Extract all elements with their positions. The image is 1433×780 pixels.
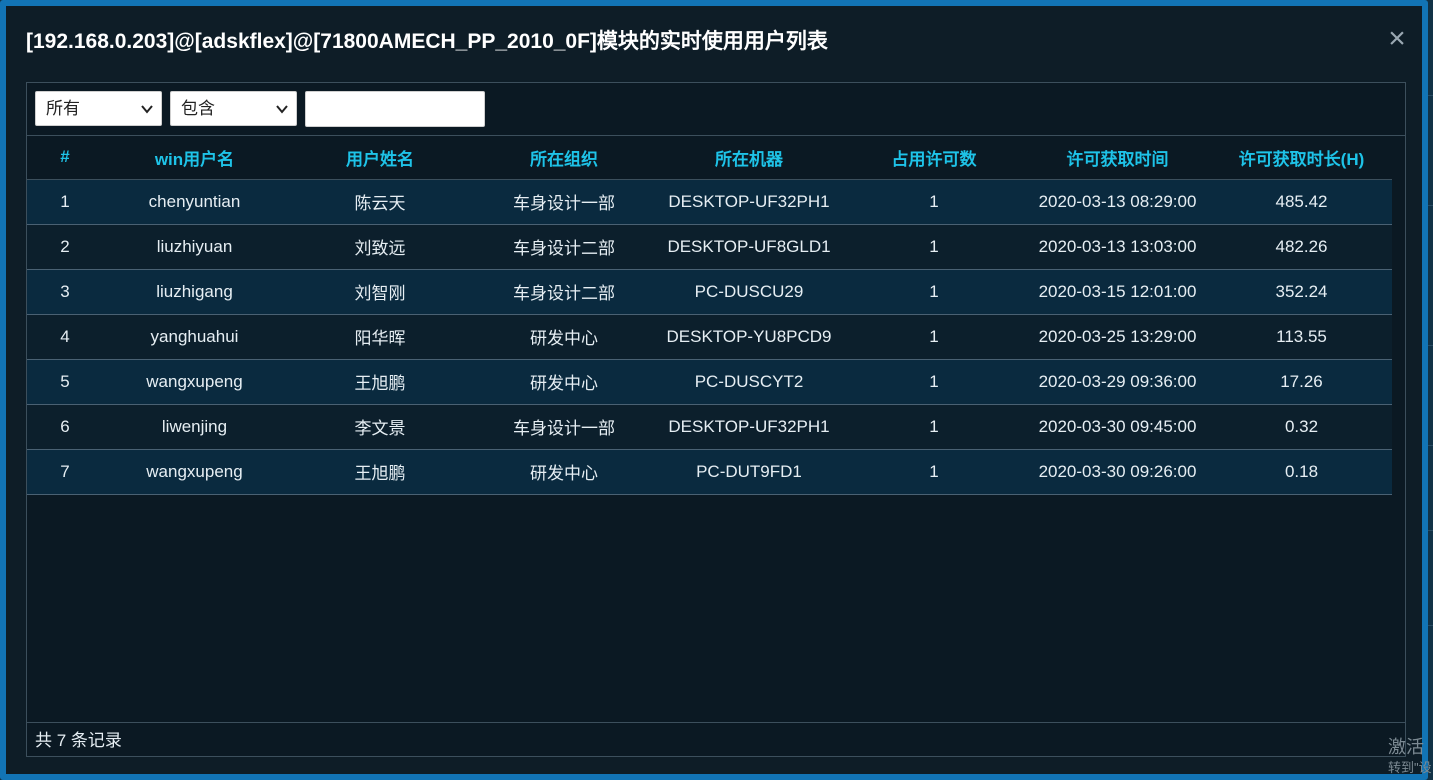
column-header-index[interactable]: #: [27, 136, 103, 180]
cell-win-username: liwenjing: [103, 404, 286, 450]
cell-license-count: 1: [844, 314, 1024, 360]
cell-acquire-time: 2020-03-29 09:36:00: [1024, 359, 1211, 405]
cell-duration: 113.55: [1211, 314, 1392, 360]
table-row[interactable]: 4 yanghuahui 阳华晖 研发中心 DESKTOP-YU8PCD9 1 …: [27, 314, 1392, 360]
chevron-down-icon: [141, 105, 153, 114]
table-row[interactable]: 3 liuzhigang 刘智刚 车身设计二部 PC-DUSCU29 1 202…: [27, 269, 1392, 315]
table-row[interactable]: 6 liwenjing 李文景 车身设计一部 DESKTOP-UF32PH1 1…: [27, 404, 1392, 450]
cell-user-name: 陈云天: [286, 179, 474, 225]
cell-win-username: chenyuntian: [103, 179, 286, 225]
cell-duration: 0.32: [1211, 404, 1392, 450]
cell-organization: 车身设计二部: [474, 224, 654, 270]
scope-select-value: 所有: [46, 99, 80, 118]
column-header-machine[interactable]: 所在机器: [654, 136, 844, 180]
table-row[interactable]: 2 liuzhiyuan 刘致远 车身设计二部 DESKTOP-UF8GLD1 …: [27, 224, 1392, 270]
cell-machine: PC-DUSCU29: [654, 269, 844, 315]
cell-acquire-time: 2020-03-15 12:01:00: [1024, 269, 1211, 315]
column-header-acquire-time[interactable]: 许可获取时间: [1024, 136, 1211, 180]
cell-duration: 352.24: [1211, 269, 1392, 315]
chevron-down-icon: [276, 105, 288, 114]
cell-user-name: 刘智刚: [286, 269, 474, 315]
cell-duration: 17.26: [1211, 359, 1392, 405]
cell-win-username: yanghuahui: [103, 314, 286, 360]
cell-organization: 研发中心: [474, 314, 654, 360]
cell-license-count: 1: [844, 449, 1024, 495]
column-header-organization[interactable]: 所在组织: [474, 136, 654, 180]
users-table: # win用户名 用户姓名 所在组织 所在机器 占用许可数 许可获取时间 许可获…: [27, 136, 1392, 495]
cell-duration: 0.18: [1211, 449, 1392, 495]
users-table-container: # win用户名 用户姓名 所在组织 所在机器 占用许可数 许可获取时间 许可获…: [27, 135, 1405, 721]
cell-license-count: 1: [844, 224, 1024, 270]
table-row[interactable]: 7 wangxupeng 王旭鹏 研发中心 PC-DUT9FD1 1 2020-…: [27, 449, 1392, 495]
cell-win-username: liuzhiyuan: [103, 224, 286, 270]
cell-machine: DESKTOP-UF32PH1: [654, 179, 844, 225]
cell-duration: 482.26: [1211, 224, 1392, 270]
cell-index: 4: [27, 314, 103, 360]
table-row[interactable]: 1 chenyuntian 陈云天 车身设计一部 DESKTOP-UF32PH1…: [27, 179, 1392, 225]
cell-machine: DESKTOP-UF32PH1: [654, 404, 844, 450]
cell-user-name: 王旭鹏: [286, 449, 474, 495]
cell-machine: DESKTOP-YU8PCD9: [654, 314, 844, 360]
cell-organization: 车身设计一部: [474, 404, 654, 450]
column-header-license-count[interactable]: 占用许可数: [844, 136, 1024, 180]
table-row[interactable]: 5 wangxupeng 王旭鹏 研发中心 PC-DUSCYT2 1 2020-…: [27, 359, 1392, 405]
match-select[interactable]: 包含: [170, 91, 297, 126]
cell-acquire-time: 2020-03-30 09:26:00: [1024, 449, 1211, 495]
cell-machine: DESKTOP-UF8GLD1: [654, 224, 844, 270]
cell-duration: 485.42: [1211, 179, 1392, 225]
scope-select[interactable]: 所有: [35, 91, 162, 126]
cell-machine: PC-DUT9FD1: [654, 449, 844, 495]
cell-license-count: 1: [844, 404, 1024, 450]
cell-user-name: 刘致远: [286, 224, 474, 270]
cell-index: 7: [27, 449, 103, 495]
cell-win-username: wangxupeng: [103, 449, 286, 495]
cell-win-username: wangxupeng: [103, 359, 286, 405]
search-input[interactable]: [305, 91, 485, 127]
cell-license-count: 1: [844, 269, 1024, 315]
dialog-title: [192.168.0.203]@[adskflex]@[71800AMECH_P…: [26, 30, 828, 53]
cell-acquire-time: 2020-03-30 09:45:00: [1024, 404, 1211, 450]
cell-user-name: 李文景: [286, 404, 474, 450]
cell-acquire-time: 2020-03-25 13:29:00: [1024, 314, 1211, 360]
column-header-duration[interactable]: 许可获取时长(H): [1211, 136, 1392, 180]
cell-organization: 研发中心: [474, 359, 654, 405]
column-header-user-name[interactable]: 用户姓名: [286, 136, 474, 180]
cell-organization: 研发中心: [474, 449, 654, 495]
match-select-value: 包含: [181, 99, 215, 118]
users-panel: 所有 包含 # win用户名 用户姓名 所在组织 所在机器 占用许可数 许可获取…: [26, 82, 1406, 757]
os-activation-watermark: 激活 转到"设: [1384, 728, 1433, 780]
cell-organization: 车身设计二部: [474, 269, 654, 315]
cell-index: 3: [27, 269, 103, 315]
column-header-win-username[interactable]: win用户名: [103, 136, 286, 180]
watermark-line1: 激活: [1388, 737, 1424, 757]
close-icon[interactable]: ×: [1382, 24, 1412, 54]
cell-index: 6: [27, 404, 103, 450]
cell-win-username: liuzhigang: [103, 269, 286, 315]
cell-acquire-time: 2020-03-13 08:29:00: [1024, 179, 1211, 225]
cell-user-name: 王旭鹏: [286, 359, 474, 405]
cell-license-count: 1: [844, 359, 1024, 405]
cell-index: 2: [27, 224, 103, 270]
cell-index: 1: [27, 179, 103, 225]
cell-license-count: 1: [844, 179, 1024, 225]
record-count: 共 7 条记录: [27, 722, 1405, 757]
cell-user-name: 阳华晖: [286, 314, 474, 360]
cell-index: 5: [27, 359, 103, 405]
cell-organization: 车身设计一部: [474, 179, 654, 225]
cell-acquire-time: 2020-03-13 13:03:00: [1024, 224, 1211, 270]
cell-machine: PC-DUSCYT2: [654, 359, 844, 405]
table-header-row: # win用户名 用户姓名 所在组织 所在机器 占用许可数 许可获取时间 许可获…: [27, 136, 1392, 180]
watermark-line2: 转到"设: [1388, 760, 1432, 775]
license-users-dialog: [192.168.0.203]@[adskflex]@[71800AMECH_P…: [0, 0, 1428, 780]
